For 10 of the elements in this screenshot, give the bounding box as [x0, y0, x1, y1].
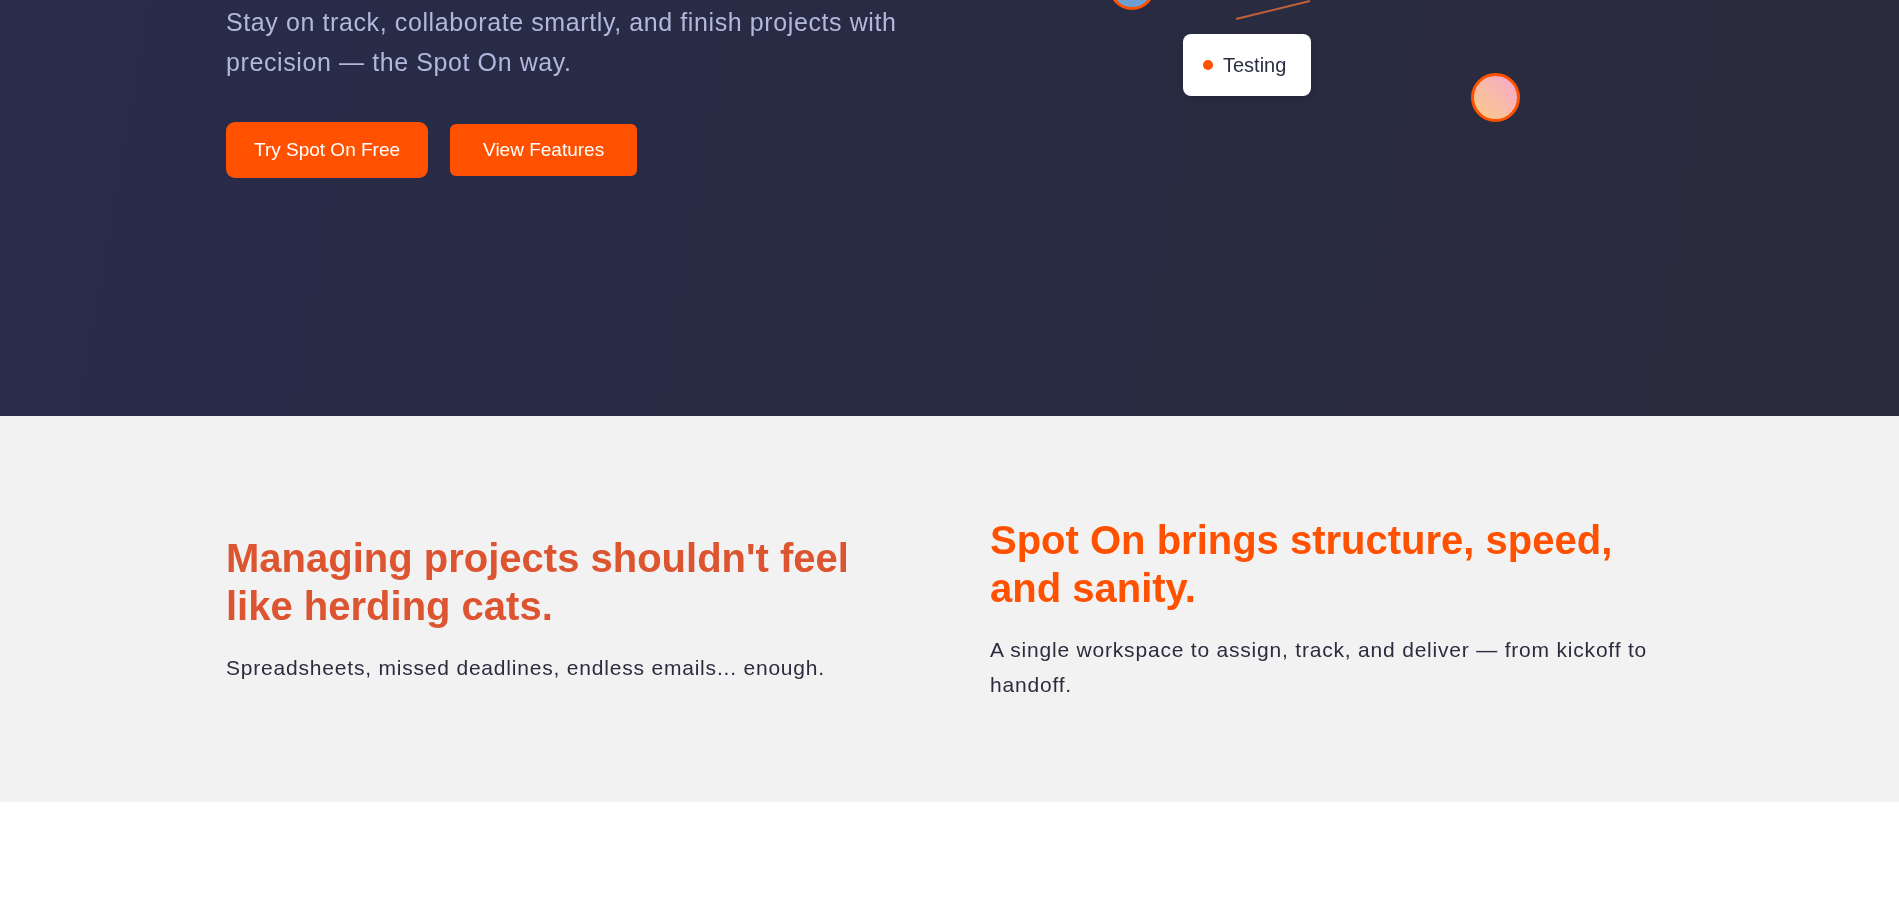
section-heading: Managing projects shouldn't feel like herding cats. [226, 534, 850, 630]
cta-button[interactable]: View Features [450, 124, 638, 176]
section-text: Spreadsheets, missed deadlines, endless emails... enough. [226, 654, 826, 681]
cta-button[interactable]: Try Spot On Free [226, 122, 429, 178]
section-text: A single workspace to assign, track, and deliver — from kickoff to handoff. [990, 637, 1648, 698]
status-dot-icon [1203, 60, 1213, 70]
avatar-icon [1471, 73, 1520, 122]
section-heading: Spot On brings structure, speed, and sanity. [990, 517, 1614, 612]
hero-subtitle: Stay on track, collaborate smartly, and finish projects with precision — the Spot On way. [226, 7, 898, 78]
status-label: Testing [1223, 53, 1287, 77]
